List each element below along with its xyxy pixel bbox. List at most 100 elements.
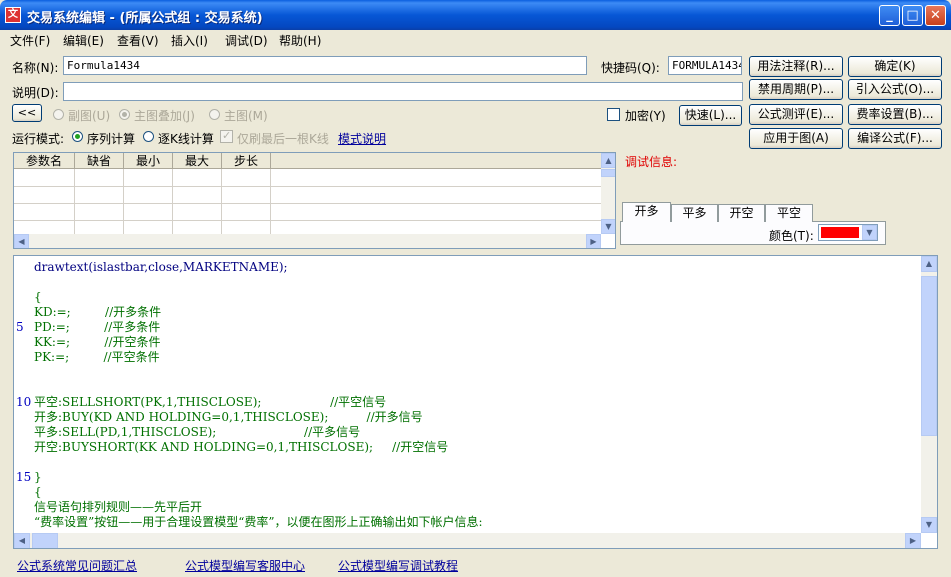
menu-file[interactable]: 文件(F) [10, 32, 50, 49]
menu-view[interactable]: 查看(V) [117, 32, 159, 49]
tab-open-short[interactable]: 开空 [718, 204, 765, 222]
col-empty [271, 153, 602, 169]
color-swatch [821, 227, 859, 238]
menu-insert[interactable]: 插入(I) [171, 32, 208, 49]
name-input[interactable]: Formula1434 [63, 56, 587, 75]
close-button[interactable]: ✕ [925, 5, 946, 26]
shortcut-input[interactable]: FORMULA1434 [668, 56, 742, 75]
menu-bar: 文件(F) 编辑(E) 查看(V) 插入(I) 调试(D) 帮助(H) [0, 30, 951, 50]
radio-kline-calc-label: 逐K线计算 [158, 132, 214, 146]
menu-debug[interactable]: 调试(D) [225, 32, 268, 49]
code-line[interactable]: 开多:BUY(KD AND HOLDING=0,1,THISCLOSE); //… [34, 410, 423, 425]
code-line[interactable]: 平多:SELL(PD,1,THISCLOSE); //平多信号 [34, 425, 360, 440]
code-line[interactable]: 平空:SELLSHORT(PK,1,THISCLOSE); //平空信号 [34, 395, 386, 410]
scroll-left-icon[interactable]: ◀ [14, 234, 29, 248]
code-line[interactable]: 开空:BUYSHORT(KK AND HOLDING=0,1,THISCLOSE… [34, 440, 448, 455]
minimize-button[interactable]: _ [879, 5, 900, 26]
col-min[interactable]: 最小 [124, 153, 173, 169]
scroll-right-icon[interactable]: ▶ [905, 533, 921, 548]
radio-main-overlay-label: 主图叠加(J) [134, 109, 195, 123]
scroll-left-icon[interactable]: ◀ [14, 533, 30, 548]
last-bar-label: 仅刷最后一根K线 [237, 132, 329, 146]
import-formula-button[interactable]: 引入公式(O)... [848, 79, 942, 100]
radio-subchart[interactable] [53, 109, 64, 120]
encrypt-label: 加密(Y) [625, 109, 666, 123]
code-area[interactable]: drawtext(islastbar,close,MARKETNAME);{KD… [14, 258, 919, 533]
col-max[interactable]: 最大 [173, 153, 222, 169]
grid-line [172, 169, 173, 234]
radio-seq-calc-label: 序列计算 [87, 132, 136, 146]
code-line[interactable]: KK:=; //开空条件 [34, 335, 161, 350]
grid-line [14, 186, 602, 187]
code-line[interactable]: PK:=; //平空条件 [34, 350, 160, 365]
code-line[interactable]: 信号语句排列规则——先平后开 [34, 500, 202, 515]
code-line[interactable]: { [34, 290, 42, 305]
scroll-thumb[interactable] [601, 169, 615, 177]
fee-settings-button[interactable]: 费率设置(B)... [848, 104, 942, 125]
param-vscrollbar[interactable]: ▲ ▼ [601, 153, 615, 234]
scroll-up-icon[interactable]: ▲ [921, 256, 937, 272]
code-line[interactable]: PD:=; //平多条件 [34, 320, 160, 335]
grid-line [123, 169, 124, 234]
mode-help-link[interactable]: 模式说明 [338, 130, 386, 147]
editor-vscrollbar[interactable]: ▲ ▼ [921, 256, 937, 533]
quick-button[interactable]: 快速(L)... [679, 105, 742, 126]
param-table[interactable]: 参数名 缺省 最小 最大 步长 ▲ ▼ ◀ ▶ [13, 152, 616, 249]
last-bar-checkbox[interactable] [220, 129, 233, 143]
grid-line [74, 169, 75, 234]
faq-link[interactable]: 公式系统常见问题汇总 [17, 557, 137, 574]
scroll-thumb[interactable] [921, 276, 937, 436]
tab-open-long[interactable]: 开多 [622, 202, 671, 222]
code-line[interactable]: KD:=; //开多条件 [34, 305, 161, 320]
disable-period-button[interactable]: 禁用周期(P)... [749, 79, 843, 100]
window-title: 交易系统编辑 - (所属公式组 : 交易系统) [27, 11, 263, 26]
formula-test-button[interactable]: 公式测评(E)... [749, 104, 843, 125]
radio-mainchart[interactable] [209, 109, 220, 120]
ok-button[interactable]: 确定(K) [848, 56, 942, 77]
scroll-thumb[interactable] [32, 533, 58, 548]
scroll-down-icon[interactable]: ▼ [921, 517, 937, 533]
debug-info-label: 调试信息: [625, 155, 678, 169]
collapse-button[interactable]: << [12, 104, 42, 122]
encrypt-checkbox[interactable] [607, 108, 620, 121]
line-number: 10 [16, 395, 32, 409]
support-link[interactable]: 公式模型编写客服中心 [185, 557, 305, 574]
color-select[interactable]: ▼ [818, 224, 878, 241]
radio-seq-calc[interactable] [72, 131, 83, 142]
title-bar[interactable]: 文 交易系统编辑 - (所属公式组 : 交易系统) _ □ ✕ [0, 0, 951, 30]
radio-main-overlay[interactable] [119, 109, 130, 120]
col-default[interactable]: 缺省 [75, 153, 124, 169]
scroll-up-icon[interactable]: ▲ [601, 153, 615, 168]
apply-to-chart-button[interactable]: 应用于图(A) [749, 128, 843, 149]
name-label: 名称(N): [12, 61, 59, 75]
tab-close-long[interactable]: 平多 [671, 204, 718, 222]
maximize-button[interactable]: □ [902, 5, 923, 26]
grid-line [270, 169, 271, 234]
radio-mainchart-label: 主图(M) [224, 109, 268, 123]
tutorial-link[interactable]: 公式模型编写调试教程 [338, 557, 458, 574]
col-param-name[interactable]: 参数名 [14, 153, 75, 169]
radio-subchart-label: 副图(U) [68, 109, 111, 123]
usage-note-button[interactable]: 用法注释(R)... [749, 56, 843, 77]
radio-kline-calc[interactable] [143, 131, 154, 142]
tab-close-short[interactable]: 平空 [765, 204, 813, 222]
menu-help[interactable]: 帮助(H) [279, 32, 321, 49]
param-hscrollbar[interactable]: ◀ ▶ [14, 234, 601, 248]
code-line[interactable]: “费率设置”按钮——用于合理设置模型“费率”，以便在图形上正确输出如下帐户信息: [34, 515, 483, 530]
menu-edit[interactable]: 编辑(E) [63, 32, 104, 49]
editor-hscrollbar[interactable]: ◀ ▶ [14, 533, 921, 548]
shortcut-label: 快捷码(Q): [601, 61, 660, 75]
compile-formula-button[interactable]: 编译公式(F)... [848, 128, 942, 149]
code-editor[interactable]: drawtext(islastbar,close,MARKETNAME);{KD… [13, 255, 938, 549]
desc-input[interactable] [63, 82, 743, 101]
code-line[interactable]: } [34, 470, 42, 485]
scroll-right-icon[interactable]: ▶ [586, 234, 601, 248]
code-line[interactable]: { [34, 485, 42, 500]
col-step[interactable]: 步长 [222, 153, 271, 169]
chevron-down-icon[interactable]: ▼ [862, 225, 877, 240]
app-icon: 文 [5, 7, 21, 23]
scroll-down-icon[interactable]: ▼ [601, 219, 615, 234]
grid-line [221, 169, 222, 234]
code-line[interactable]: drawtext(islastbar,close,MARKETNAME); [34, 260, 288, 275]
desc-label: 说明(D): [12, 86, 59, 100]
